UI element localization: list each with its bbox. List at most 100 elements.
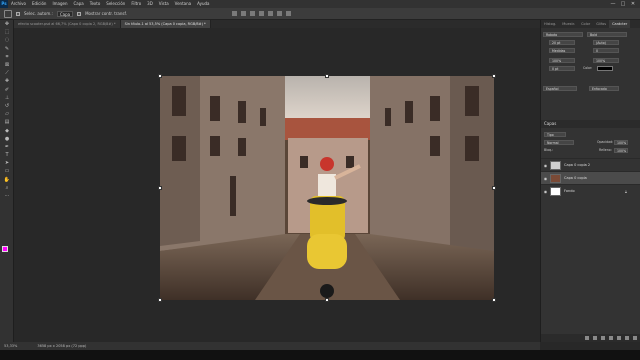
- foreground-color-swatch[interactable]: [2, 246, 8, 252]
- photoshop-logo[interactable]: Ps: [0, 0, 8, 8]
- move-icon[interactable]: ✥: [0, 20, 14, 28]
- layer-row[interactable]: ◉ Capa 0 copia 2: [541, 158, 640, 171]
- transform-handle-tl[interactable]: [158, 74, 162, 78]
- dodge-icon[interactable]: ●: [0, 135, 14, 143]
- document-size[interactable]: 3658 px x 2058 px (72 ppp): [37, 342, 86, 350]
- layer-filter-select[interactable]: Tipo: [544, 132, 566, 137]
- menu-image[interactable]: Imagen: [49, 0, 70, 8]
- auto-select-checkbox[interactable]: [16, 11, 20, 16]
- more-tools-icon[interactable]: ⋯: [0, 192, 14, 200]
- tab-histogram[interactable]: Histog.: [541, 20, 559, 28]
- eyedropper-icon[interactable]: ⟋: [0, 69, 14, 77]
- auto-select-target-dropdown[interactable]: Capa: [56, 10, 74, 17]
- menu-3d[interactable]: 3D: [144, 0, 156, 8]
- blur-icon[interactable]: ◆: [0, 126, 14, 134]
- blend-mode-select[interactable]: Normal: [544, 140, 574, 145]
- eraser-icon[interactable]: ▱: [0, 110, 14, 118]
- align-middle-icon[interactable]: [268, 11, 273, 16]
- layer-row-background[interactable]: ◉ Fondo 🔒︎: [541, 184, 640, 197]
- menu-window[interactable]: Ventana: [172, 0, 194, 8]
- frame-icon[interactable]: ⊠: [0, 61, 14, 69]
- delete-layer-icon[interactable]: [633, 336, 637, 340]
- heal-icon[interactable]: ✚: [0, 77, 14, 85]
- transform-handle-tr[interactable]: [492, 74, 496, 78]
- align-top-icon[interactable]: [259, 11, 264, 16]
- scooter-photo[interactable]: [160, 76, 494, 300]
- visibility-eye-icon[interactable]: ◉: [541, 163, 550, 168]
- visibility-eye-icon[interactable]: ◉: [541, 176, 550, 181]
- tab-swatches[interactable]: Muestr.: [559, 20, 578, 28]
- more-options-icon[interactable]: [286, 11, 291, 16]
- transform-handle-tc[interactable]: [325, 74, 329, 78]
- add-mask-icon[interactable]: [601, 336, 605, 340]
- lasso-icon[interactable]: ◌: [0, 36, 14, 44]
- transform-handle-bc[interactable]: [325, 298, 329, 302]
- canvas-area[interactable]: [14, 28, 540, 342]
- text-color-swatch[interactable]: [597, 66, 613, 71]
- gradient-icon[interactable]: ▤: [0, 118, 14, 126]
- leading-field[interactable]: (Auto): [593, 40, 619, 45]
- menu-help[interactable]: Ayuda: [194, 0, 212, 8]
- menu-edit[interactable]: Edición: [29, 0, 49, 8]
- new-group-icon[interactable]: [617, 336, 621, 340]
- tab-sin-titulo-1[interactable]: Sin título-1 al 53,5% (Capa 0 copia, RGB…: [120, 20, 211, 28]
- zoom-level[interactable]: 53,33%: [4, 342, 17, 350]
- minimize-icon[interactable]: —: [608, 0, 618, 8]
- type-icon[interactable]: T: [0, 151, 14, 159]
- tab-character[interactable]: Carácter: [609, 20, 631, 28]
- transform-handle-br[interactable]: [492, 298, 496, 302]
- baseline-shift-field[interactable]: 0 pt: [549, 66, 575, 71]
- close-icon[interactable]: ✕: [628, 0, 638, 8]
- new-layer-icon[interactable]: [625, 336, 629, 340]
- kerning-field[interactable]: Medidas: [549, 48, 575, 53]
- maximize-icon[interactable]: □: [618, 0, 628, 8]
- horizontal-scale-field[interactable]: 100%: [593, 58, 619, 63]
- layer-style-icon[interactable]: [593, 336, 597, 340]
- layer-row-selected[interactable]: ◉ Capa 0 copia: [541, 171, 640, 184]
- antialias-select[interactable]: Enfocado: [589, 86, 619, 91]
- stamp-icon[interactable]: ⊥: [0, 94, 14, 102]
- menu-layer[interactable]: Capa: [71, 0, 87, 8]
- menu-file[interactable]: Archivo: [8, 0, 29, 8]
- font-family-select[interactable]: Roboto: [543, 32, 583, 37]
- menu-select[interactable]: Selección: [103, 0, 128, 8]
- visibility-eye-icon[interactable]: ◉: [541, 189, 550, 194]
- crop-icon[interactable]: ⌗: [0, 53, 14, 61]
- align-right-icon[interactable]: [250, 11, 255, 16]
- transform-handle-ml[interactable]: [158, 186, 162, 190]
- font-size-field[interactable]: 20 pt: [549, 40, 575, 45]
- language-select[interactable]: Español: [543, 86, 577, 91]
- transform-handle-mr[interactable]: [492, 186, 496, 190]
- quick-select-icon[interactable]: ✎: [0, 45, 14, 53]
- brush-icon[interactable]: ✐: [0, 86, 14, 94]
- fill-field[interactable]: 100%: [614, 148, 628, 153]
- transform-handle-bl[interactable]: [158, 298, 162, 302]
- shape-icon[interactable]: ▭: [0, 167, 14, 175]
- align-bottom-icon[interactable]: [277, 11, 282, 16]
- link-layers-icon[interactable]: [585, 336, 589, 340]
- opacity-field[interactable]: 100%: [614, 140, 628, 145]
- tracking-field[interactable]: 0: [593, 48, 619, 53]
- font-style-select[interactable]: Bold: [587, 32, 627, 37]
- move-tool-icon[interactable]: [4, 9, 12, 18]
- align-left-icon[interactable]: [232, 11, 237, 16]
- layers-panel-title[interactable]: Capas: [541, 120, 640, 128]
- marquee-icon[interactable]: ⬚: [0, 28, 14, 36]
- menu-type[interactable]: Texto: [87, 0, 104, 8]
- menu-view[interactable]: Vista: [156, 0, 172, 8]
- transform-controls-checkbox[interactable]: [77, 11, 82, 16]
- tab-glyphs[interactable]: Glifos: [593, 20, 609, 28]
- tab-color[interactable]: Color: [578, 20, 593, 28]
- top-panel-tabs: Histog. Muestr. Color Glifos Carácter: [541, 20, 640, 28]
- pen-icon[interactable]: ✒: [0, 143, 14, 151]
- align-center-icon[interactable]: [241, 11, 246, 16]
- path-select-icon[interactable]: ➤: [0, 159, 14, 167]
- vertical-scale-field[interactable]: 100%: [549, 58, 575, 63]
- hand-icon[interactable]: ✋: [0, 176, 14, 184]
- menu-filter[interactable]: Filtro: [128, 0, 144, 8]
- tab-efecto-scooter[interactable]: efecto scooter.psd al 66,7% (Capa 0 copi…: [14, 20, 121, 28]
- layer-name: Capa 0 copia: [564, 176, 587, 180]
- adjustment-layer-icon[interactable]: [609, 336, 613, 340]
- zoom-icon[interactable]: ⌕: [0, 184, 14, 192]
- history-brush-icon[interactable]: ↺: [0, 102, 14, 110]
